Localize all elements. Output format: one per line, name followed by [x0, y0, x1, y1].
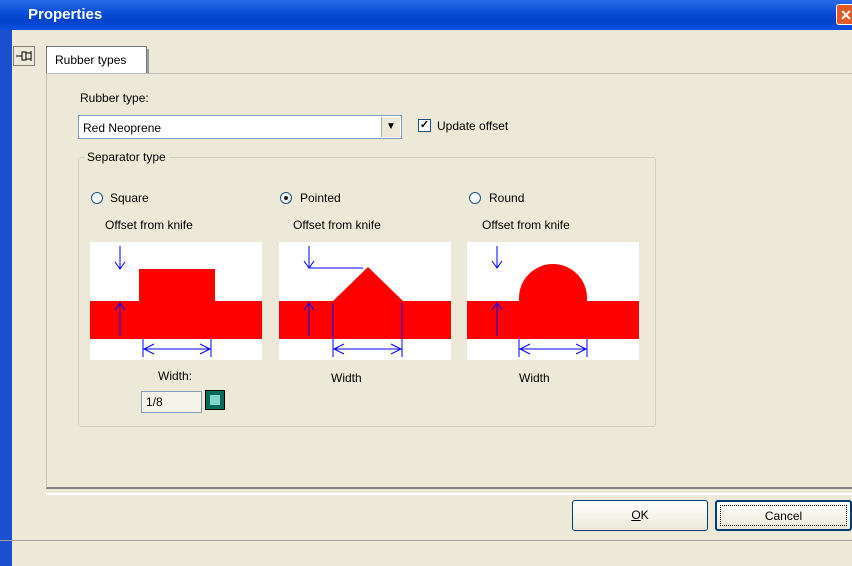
separator-type-legend: Separator type	[84, 150, 169, 164]
update-offset-label: Update offset	[437, 119, 509, 133]
pointed-width-label: Width	[331, 371, 362, 385]
ok-button[interactable]: OK	[572, 500, 708, 531]
button-bar-divider	[46, 493, 852, 495]
pin-icon[interactable]	[13, 46, 35, 66]
square-separator-diagram	[90, 242, 262, 360]
update-offset-checkbox[interactable]: ✓	[418, 119, 431, 132]
cancel-button[interactable]: Cancel	[715, 500, 852, 531]
bottom-divider	[0, 540, 852, 541]
radio-round[interactable]	[469, 192, 481, 204]
window-title: Properties	[28, 6, 103, 23]
title-bar: Properties ✕	[0, 0, 852, 30]
square-offset-label: Offset from knife	[105, 218, 193, 232]
square-label: Square	[110, 191, 149, 205]
radio-square[interactable]	[91, 192, 103, 204]
width-value: 1/8	[146, 395, 163, 409]
square-width-label: Width:	[158, 369, 193, 383]
rubber-type-value: Red Neoprene	[83, 121, 162, 135]
window-left-border	[0, 30, 12, 566]
pointed-label: Pointed	[300, 191, 341, 205]
pointed-offset-label: Offset from knife	[293, 218, 381, 232]
rubber-type-label: Rubber type:	[80, 91, 149, 105]
tab-rubber-types[interactable]: Rubber types	[46, 46, 149, 75]
calculator-icon[interactable]	[205, 390, 225, 410]
cancel-label: Cancel	[764, 509, 803, 523]
ok-label: OK	[631, 508, 649, 522]
width-input[interactable]: 1/8	[141, 391, 202, 413]
close-icon[interactable]: ✕	[836, 4, 852, 25]
round-width-label: Width	[519, 371, 550, 385]
round-separator-diagram	[467, 242, 639, 360]
radio-pointed[interactable]	[280, 192, 292, 204]
round-offset-label: Offset from knife	[482, 218, 570, 232]
tab-label: Rubber types	[55, 53, 127, 67]
chevron-down-icon[interactable]: ▼	[381, 117, 400, 137]
pointed-separator-diagram	[279, 242, 451, 360]
rubber-type-select[interactable]: Red Neoprene ▼	[78, 115, 402, 139]
round-label: Round	[489, 191, 525, 205]
